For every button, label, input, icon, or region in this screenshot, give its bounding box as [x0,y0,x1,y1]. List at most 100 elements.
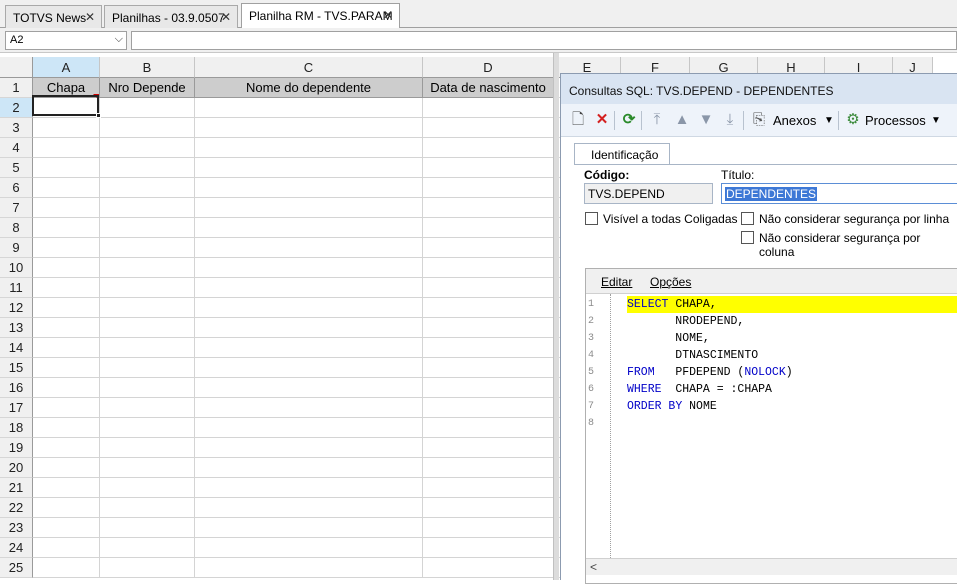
row-header[interactable]: 8 [0,218,33,238]
table-cell[interactable] [100,518,195,538]
column-header-a[interactable]: A [33,57,100,78]
grid-splitter[interactable] [553,53,559,580]
table-cell[interactable] [195,558,423,578]
table-cell[interactable] [423,318,554,338]
row-header[interactable]: 18 [0,418,33,438]
last-record-icon[interactable]: ⤓ [721,111,739,129]
close-icon[interactable]: ✕ [221,10,231,24]
menu-editar[interactable]: Editar [601,275,632,289]
table-cell[interactable] [100,458,195,478]
row-header[interactable]: 21 [0,478,33,498]
table-cell[interactable] [100,278,195,298]
table-cell[interactable] [423,178,554,198]
horizontal-scrollbar[interactable]: < [586,558,957,575]
table-cell[interactable] [195,398,423,418]
table-cell[interactable] [33,138,100,158]
table-cell[interactable] [423,238,554,258]
tab-identificacao[interactable]: Identificação [574,143,670,165]
table-cell[interactable] [100,138,195,158]
table-cell[interactable] [100,218,195,238]
table-cell[interactable] [195,458,423,478]
row-header[interactable]: 17 [0,398,33,418]
delete-icon[interactable]: ✕ [593,111,611,129]
table-cell[interactable] [195,498,423,518]
checkbox-seguranca-coluna[interactable] [741,231,754,244]
table-cell[interactable] [423,398,554,418]
table-cell[interactable] [100,358,195,378]
sql-editor[interactable]: Editar Opções 1 SELECT CHAPA, 2 NRODEPEND,… [585,268,957,584]
table-cell[interactable] [423,478,554,498]
previous-record-icon[interactable]: ▲ [673,111,691,129]
row-header[interactable]: 22 [0,498,33,518]
row-header[interactable]: 15 [0,358,33,378]
table-cell[interactable] [195,538,423,558]
table-cell[interactable] [195,238,423,258]
table-cell[interactable] [33,118,100,138]
table-cell[interactable] [423,218,554,238]
menu-opcoes[interactable]: Opções [650,275,691,289]
row-header[interactable]: 9 [0,238,33,258]
table-cell[interactable] [423,358,554,378]
tab-planilhas[interactable]: Planilhas - 03.9.0507 ✕ [104,5,238,28]
table-cell[interactable] [33,238,100,258]
table-cell[interactable] [33,278,100,298]
tab-totvs-news[interactable]: TOTVS News ✕ [5,5,102,28]
table-cell[interactable] [195,298,423,318]
close-icon[interactable]: ✕ [85,10,95,24]
table-cell[interactable] [195,118,423,138]
name-box[interactable]: A2 ⌵ [5,31,127,50]
table-cell[interactable] [100,198,195,218]
titulo-field[interactable]: DEPENDENTES [721,183,957,204]
table-cell[interactable] [100,338,195,358]
anexos-button[interactable]: Anexos [773,113,816,128]
table-cell[interactable] [195,258,423,278]
table-cell[interactable] [100,478,195,498]
table-cell[interactable] [423,438,554,458]
next-record-icon[interactable]: ▼ [697,111,715,129]
table-cell[interactable] [33,198,100,218]
row-header[interactable]: 5 [0,158,33,178]
first-record-icon[interactable]: ⤒ [648,111,666,129]
column-header-b[interactable]: B [100,57,195,78]
table-cell[interactable] [195,138,423,158]
table-cell[interactable] [33,538,100,558]
table-cell[interactable] [423,158,554,178]
table-cell[interactable] [100,298,195,318]
table-cell[interactable] [423,98,554,118]
row-header[interactable]: 13 [0,318,33,338]
table-cell[interactable] [423,338,554,358]
table-cell[interactable] [33,398,100,418]
table-cell[interactable] [100,438,195,458]
table-cell[interactable] [423,278,554,298]
checkbox-seguranca-linha[interactable] [741,212,754,225]
header-cell[interactable]: Nro Depende [100,78,195,98]
paperclip-icon[interactable]: ⎘ [750,111,768,129]
table-cell[interactable] [33,378,100,398]
header-cell[interactable]: Nome do dependente [195,78,423,98]
fill-handle[interactable] [96,113,101,118]
table-cell[interactable] [33,318,100,338]
table-cell[interactable] [195,438,423,458]
chevron-left-icon[interactable]: < [590,560,597,574]
table-cell[interactable] [100,538,195,558]
chevron-down-icon[interactable]: ▼ [931,115,941,126]
row-header[interactable]: 20 [0,458,33,478]
table-cell[interactable] [423,378,554,398]
formula-input[interactable] [131,31,957,50]
table-cell[interactable] [195,518,423,538]
table-cell[interactable] [423,518,554,538]
table-cell[interactable] [195,418,423,438]
table-cell[interactable] [33,478,100,498]
row-header[interactable]: 24 [0,538,33,558]
table-cell[interactable] [195,98,423,118]
table-cell[interactable] [423,458,554,478]
table-cell[interactable] [33,258,100,278]
table-cell[interactable] [33,178,100,198]
table-cell[interactable] [423,138,554,158]
row-header[interactable]: 6 [0,178,33,198]
table-cell[interactable] [33,498,100,518]
select-all-corner[interactable] [0,57,33,78]
row-header[interactable]: 11 [0,278,33,298]
new-document-icon[interactable]: 🗋 [569,111,587,129]
table-cell[interactable] [100,318,195,338]
